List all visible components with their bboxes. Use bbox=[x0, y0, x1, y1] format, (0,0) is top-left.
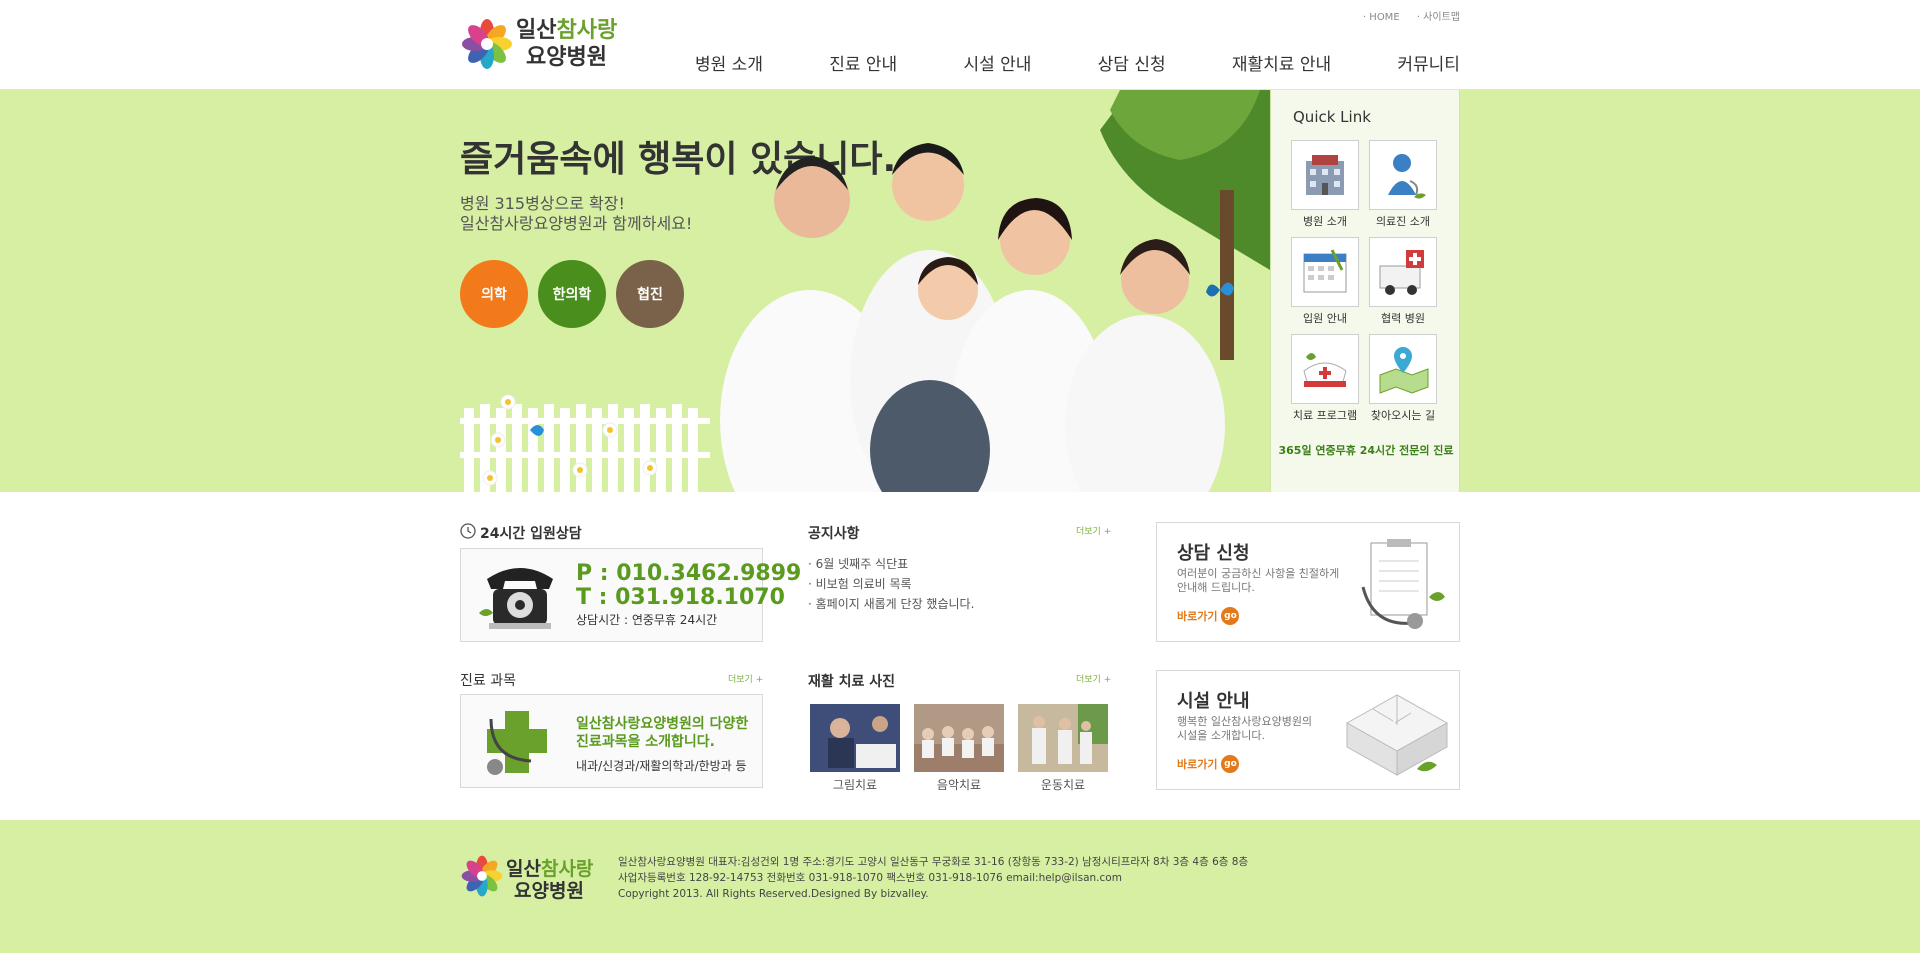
floor-plan-icon bbox=[1345, 694, 1449, 776]
top-utility-links: · HOME · 사이트맵 bbox=[1349, 8, 1460, 23]
fence-flowers-illustration bbox=[460, 394, 710, 492]
family-photo-illustration bbox=[720, 90, 1270, 492]
medicine-circle-button[interactable]: 의학 bbox=[460, 260, 528, 328]
quick-link-program[interactable]: 치료 프로그램 bbox=[1291, 334, 1359, 423]
quick-link-partner-hospital[interactable]: 협력 병원 bbox=[1369, 237, 1437, 326]
clipboard-stethoscope-icon bbox=[1361, 539, 1445, 629]
quick-link-label: 찾아오시는 길 bbox=[1370, 409, 1436, 422]
gallery-caption: 운동치료 bbox=[1040, 778, 1086, 792]
nav-rehab-guide[interactable]: 재활치료 안내 bbox=[1232, 50, 1331, 75]
facility-box-title: 시설 안내 bbox=[1177, 691, 1250, 712]
art-therapy-photo bbox=[810, 704, 900, 772]
map-pin-icon bbox=[1369, 334, 1437, 404]
facility-box-desc: 행복한 일산참사랑요양병원의 시설을 소개합니다. bbox=[1177, 715, 1313, 742]
logo-text-line1: 일산참사랑 bbox=[516, 18, 618, 43]
footer-address-line: 일산참사랑요양병원 대표자:김성건외 1명 주소:경기도 고양시 일산동구 무궁… bbox=[618, 856, 1249, 868]
medical-cross-stethoscope-icon bbox=[487, 711, 547, 775]
facility-go-button[interactable]: 바로가기 go bbox=[1177, 755, 1240, 773]
gallery-item-music[interactable]: 음악치료 bbox=[914, 704, 1004, 793]
nav-community[interactable]: 커뮤니티 bbox=[1397, 50, 1460, 75]
nav-treatment-guide[interactable]: 진료 안내 bbox=[829, 50, 897, 75]
quick-link-label: 치료 프로그램 bbox=[1292, 409, 1358, 422]
footer: 일산참사랑 요양병원 일산참사랑요양병원 대표자:김성건외 1명 주소:경기도 … bbox=[0, 820, 1920, 953]
oriental-medicine-circle-button[interactable]: 한의학 bbox=[538, 260, 606, 328]
quick-link-title: Quick Link bbox=[1293, 108, 1371, 126]
facility-info-box[interactable]: 시설 안내 행복한 일산참사랑요양병원의 시설을 소개합니다. 바로가기 go bbox=[1156, 670, 1460, 790]
dept-line2: 진료과목을 소개합니다. bbox=[576, 734, 715, 750]
gallery-caption: 그림치료 bbox=[832, 778, 878, 792]
quick-link-grid: 병원 소개 의료진 소개 입원 안내 협력 병원 치료 프로그램 찾아오시는 길 bbox=[1291, 140, 1451, 423]
nurse-cap-icon bbox=[1291, 334, 1359, 404]
consult24-box: P : 010.3462.9899 T : 031.918.1070 상담시간 … bbox=[460, 548, 801, 642]
calendar-icon bbox=[1291, 237, 1359, 307]
phone-landline[interactable]: T : 031.918.1070 bbox=[576, 585, 785, 610]
consult-box-title: 상담 신청 bbox=[1177, 543, 1250, 564]
main-banner: 즐거움속에 행복이 있습니다. 병원 315병상으로 확장! 일산참사랑요양병원… bbox=[0, 90, 1920, 492]
footer-info: 일산참사랑요양병원 대표자:김성건외 1명 주소:경기도 고양시 일산동구 무궁… bbox=[618, 854, 1248, 902]
logo-text-line2: 요양병원 bbox=[526, 45, 607, 70]
phone-mobile[interactable]: P : 010.3462.9899 bbox=[576, 561, 801, 586]
quick-link-label: 의료진 소개 bbox=[1375, 215, 1431, 228]
cooperation-circle-button[interactable]: 협진 bbox=[616, 260, 684, 328]
ambulance-icon bbox=[1369, 237, 1437, 307]
gallery-more-link[interactable]: 더보기 + bbox=[1076, 672, 1111, 685]
flower-logo-icon bbox=[462, 19, 512, 69]
doctor-icon bbox=[1369, 140, 1437, 210]
dept-line1: 일산참사랑요양병원의 다양한 bbox=[576, 716, 749, 732]
quick-link-label: 병원 소개 bbox=[1303, 215, 1347, 228]
consult-request-box[interactable]: 상담 신청 여러분이 궁금하신 사항을 친절하게 안내해 드립니다. 바로가기 go bbox=[1156, 522, 1460, 642]
consult-hours: 상담시간 : 연중무휴 24시간 bbox=[576, 613, 718, 627]
sitemap-link[interactable]: · 사이트맵 bbox=[1417, 12, 1460, 23]
footer-contact-line: 사업자등록번호 128-92-14753 전화번호 031-918-1070 팩… bbox=[618, 872, 1122, 884]
dept-box[interactable]: 일산참사랑요양병원의 다양한 진료과목을 소개합니다. 내과/신경과/재활의학과… bbox=[460, 694, 763, 788]
hospital-icon bbox=[1291, 140, 1359, 210]
nav-hospital-intro[interactable]: 병원 소개 bbox=[695, 50, 763, 75]
gallery-title: 재활 치료 사진 bbox=[808, 674, 896, 690]
quick-link-hospital-intro[interactable]: 병원 소개 bbox=[1291, 140, 1359, 229]
nav-facility-guide[interactable]: 시설 안내 bbox=[963, 50, 1031, 75]
quick-link-directions[interactable]: 찾아오시는 길 bbox=[1369, 334, 1437, 423]
footer-logo[interactable]: 일산참사랑 요양병원 bbox=[460, 854, 600, 904]
quick-link-doctors[interactable]: 의료진 소개 bbox=[1369, 140, 1437, 229]
notice-item[interactable]: · 비보험 의료비 목록 bbox=[808, 574, 974, 594]
notice-title: 공지사항 bbox=[808, 526, 860, 542]
quick-link-panel: Quick Link 병원 소개 의료진 소개 입원 안내 협력 병원 치료 프… bbox=[1270, 90, 1460, 492]
logo[interactable]: 일산참사랑 요양병원 bbox=[460, 17, 630, 73]
consult24-title: 24시간 입원상담 bbox=[480, 526, 582, 542]
nav-consultation[interactable]: 상담 신청 bbox=[1098, 50, 1166, 75]
main-nav: 병원 소개 진료 안내 시설 안내 상담 신청 재활치료 안내 커뮤니티 bbox=[695, 50, 1460, 75]
dept-line3: 내과/신경과/재활의학과/한방과 등 bbox=[576, 759, 747, 773]
gallery-item-art[interactable]: 그림치료 bbox=[810, 704, 900, 793]
notice-item[interactable]: · 홈페이지 새롭게 단장 했습니다. bbox=[808, 594, 974, 614]
gallery-caption: 음악치료 bbox=[936, 778, 982, 792]
dept-more-link[interactable]: 더보기 + bbox=[728, 672, 763, 685]
quick-link-label: 입원 안내 bbox=[1303, 312, 1347, 325]
dept-title: 진료 과목 bbox=[460, 673, 516, 689]
notice-more-link[interactable]: 더보기 + bbox=[1076, 524, 1111, 537]
quick-link-admission[interactable]: 입원 안내 bbox=[1291, 237, 1359, 326]
music-therapy-photo bbox=[914, 704, 1004, 772]
notice-item[interactable]: · 6월 넷째주 식단표 bbox=[808, 554, 974, 574]
clock-icon bbox=[460, 523, 476, 539]
quick-link-label: 협력 병원 bbox=[1381, 312, 1425, 325]
flower-logo-icon bbox=[461, 855, 503, 897]
telephone-icon bbox=[479, 568, 553, 629]
consult-go-button[interactable]: 바로가기 go bbox=[1177, 607, 1240, 625]
footer-logo-text-line2: 요양병원 bbox=[514, 880, 584, 902]
quick-link-footer: 365일 연중무휴 24시간 전문의 진료 bbox=[1278, 444, 1454, 457]
footer-copyright: Copyright 2013. All Rights Reserved.Desi… bbox=[618, 888, 929, 900]
banner-subtext-2: 일산참사랑요양병원과 함께하세요! bbox=[460, 214, 693, 233]
gallery-item-exercise[interactable]: 운동치료 bbox=[1018, 704, 1108, 793]
home-link[interactable]: · HOME bbox=[1363, 12, 1400, 23]
header: 일산참사랑 요양병원 · HOME · 사이트맵 병원 소개 진료 안내 시설 … bbox=[0, 0, 1920, 90]
notice-list: · 6월 넷째주 식단표 · 비보험 의료비 목록 · 홈페이지 새롭게 단장 … bbox=[808, 554, 974, 614]
exercise-therapy-photo bbox=[1018, 704, 1108, 772]
consult-box-desc: 여러분이 궁금하신 사항을 친절하게 안내해 드립니다. bbox=[1177, 567, 1340, 594]
